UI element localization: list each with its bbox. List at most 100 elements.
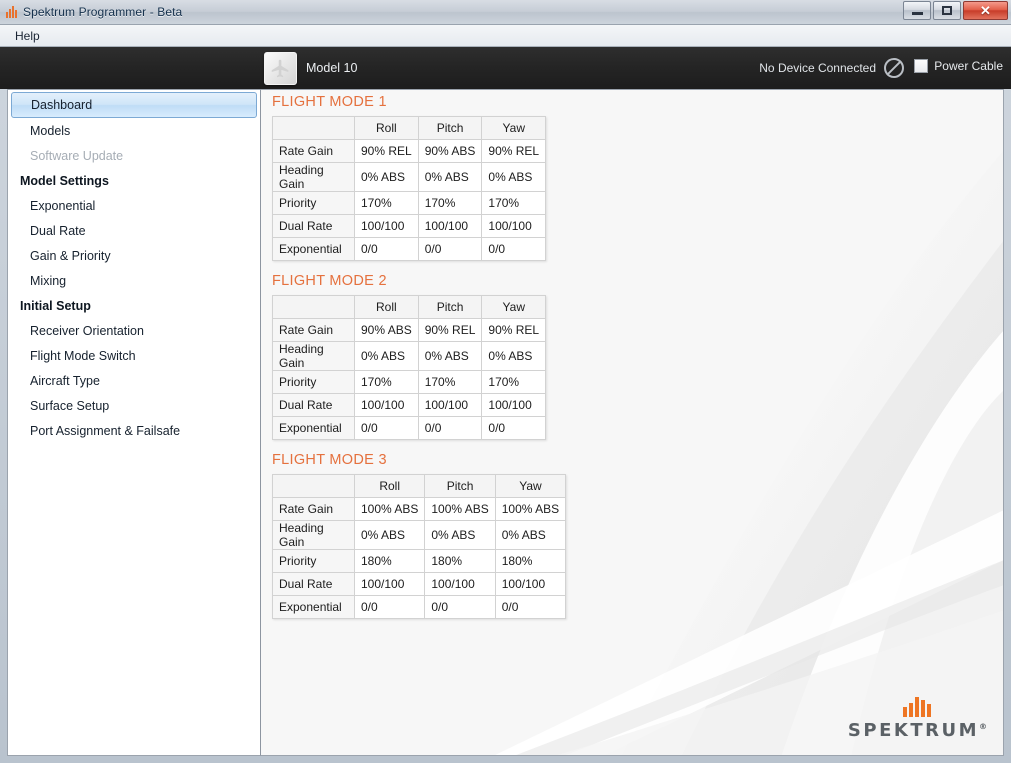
spektrum-logo: SPEKTRUM® [848,697,987,741]
table-header-row: Roll Pitch Yaw [272,116,547,140]
sidebar-item-flight-mode-switch[interactable]: Flight Mode Switch [8,343,260,368]
table-row: Heading Gain 0% ABS 0% ABS 0% ABS [272,520,567,550]
sidebar-item-label: Dashboard [31,98,93,112]
sidebar-item-receiver-orientation[interactable]: Receiver Orientation [8,318,260,343]
row-header-cell: Exponential [272,595,355,619]
table-row: Priority 170% 170% 170% [272,370,547,394]
model-name-label: Model 10 [306,61,358,75]
sidebar-item-aircraft-type[interactable]: Aircraft Type [8,368,260,393]
cell-roll: 0/0 [354,416,419,440]
sidebar-group-initial-setup: Initial Setup [8,293,260,318]
cell-roll: 0% ABS [354,162,419,192]
table-row: Dual Rate 100/100 100/100 100/100 [272,572,567,596]
column-header-yaw: Yaw [481,116,547,140]
cell-yaw: 170% [481,191,547,215]
cell-yaw: 0% ABS [494,520,567,550]
sidebar-item-surface-setup[interactable]: Surface Setup [8,393,260,418]
flight-mode-title: FLIGHT MODE 3 [272,452,387,468]
sidebar-item-label: Initial Setup [20,298,91,313]
device-status-label: No Device Connected [759,61,876,75]
sidebar-item-mixing[interactable]: Mixing [8,268,260,293]
window-title: Spektrum Programmer - Beta [23,5,183,19]
cell-yaw: 90% REL [481,318,547,342]
column-header-roll: Roll [354,116,419,140]
table-header-row: Roll Pitch Yaw [272,295,547,319]
no-entry-icon [884,58,904,78]
power-cable-control[interactable]: Power Cable [914,59,1003,73]
table-row: Rate Gain 90% ABS 90% REL 90% REL [272,318,547,342]
cell-roll: 170% [354,191,419,215]
table-row: Priority 170% 170% 170% [272,191,547,215]
sidebar-item-exponential[interactable]: Exponential [8,193,260,218]
table-corner-cell [272,474,355,498]
table-corner-cell [272,116,355,140]
power-cable-checkbox[interactable] [914,59,929,73]
minimize-button[interactable] [903,1,931,20]
row-header-cell: Dual Rate [272,572,355,596]
menu-item-help[interactable]: Help [6,27,49,45]
table-corner-cell [272,295,355,319]
sidebar-item-label: Exponential [30,198,96,213]
sidebar-item-label: Mixing [30,273,67,288]
row-header-cell: Exponential [272,416,355,440]
sidebar-item-dashboard[interactable]: Dashboard [11,92,257,118]
column-header-pitch: Pitch [417,295,483,319]
window-controls: ✕ [903,1,1008,20]
cell-roll: 0% ABS [353,520,426,550]
sidebar-item-dual-rate[interactable]: Dual Rate [8,218,260,243]
table-row: Rate Gain 100% ABS 100% ABS 100% ABS [272,497,567,521]
main-content: FLIGHT MODE 1 Roll Pitch Yaw Rate Gain 90% RE… [261,89,1004,756]
maximize-button[interactable] [933,1,961,20]
cell-yaw: 170% [481,370,547,394]
cell-pitch: 90% REL [417,318,483,342]
table-row: Heading Gain 0% ABS 0% ABS 0% ABS [272,341,547,371]
flight-mode-panel: FLIGHT MODE 3 Roll Pitch Yaw Rate Gain 100% A… [272,452,567,619]
row-header-cell: Rate Gain [272,139,355,163]
sidebar-item-label: Gain & Priority [30,248,111,263]
cell-pitch: 90% ABS [417,139,483,163]
column-header-yaw: Yaw [481,295,547,319]
sidebar-navigation: Dashboard Models Software Update Model Sett… [7,89,261,756]
menu-bar: Help [0,25,1011,47]
cell-roll: 100/100 [353,572,426,596]
maximize-icon [942,6,952,15]
sidebar-item-port-assignment-failsafe[interactable]: Port Assignment & Failsafe [8,418,260,443]
column-header-yaw: Yaw [494,474,567,498]
sidebar-item-label: Receiver Orientation [30,323,144,338]
spektrum-bars-icon [903,697,932,717]
flight-mode-panel: FLIGHT MODE 1 Roll Pitch Yaw Rate Gain 90% RE… [272,94,547,261]
table-row: Heading Gain 0% ABS 0% ABS 0% ABS [272,162,547,192]
cell-roll: 90% REL [354,139,419,163]
sidebar-item-gain-priority[interactable]: Gain & Priority [8,243,260,268]
column-header-pitch: Pitch [417,116,483,140]
power-cable-label: Power Cable [934,59,1003,73]
cell-roll: 90% ABS [354,318,419,342]
brand-word-text: SPEKTRUM [847,720,979,741]
close-button[interactable]: ✕ [963,1,1008,20]
cell-pitch: 0/0 [417,416,483,440]
cell-yaw: 100/100 [481,214,547,238]
trademark-symbol: ® [979,722,987,731]
table-row: Exponential 0/0 0/0 0/0 [272,416,547,440]
cell-yaw: 90% REL [481,139,547,163]
row-header-cell: Heading Gain [272,520,355,550]
row-header-cell: Exponential [272,237,355,261]
row-header-cell: Rate Gain [272,318,355,342]
column-header-pitch: Pitch [424,474,496,498]
cell-pitch: 0% ABS [417,162,483,192]
sidebar-item-label: Flight Mode Switch [30,348,136,363]
cell-yaw: 0% ABS [481,162,547,192]
cell-pitch: 100/100 [417,214,483,238]
close-icon: ✕ [980,2,991,18]
sidebar-item-label: Model Settings [20,173,109,188]
cell-pitch: 0% ABS [417,341,483,371]
sidebar-item-models[interactable]: Models [8,118,260,143]
column-header-roll: Roll [354,295,419,319]
cell-roll: 100/100 [354,393,419,417]
row-header-cell: Priority [272,549,355,573]
flight-mode-panel: FLIGHT MODE 2 Roll Pitch Yaw Rate Gain 90% AB… [272,273,547,440]
table-header-row: Roll Pitch Yaw [272,474,567,498]
table-row: Priority 180% 180% 180% [272,549,567,573]
cell-pitch: 100% ABS [424,497,496,521]
minimize-icon [911,12,923,15]
